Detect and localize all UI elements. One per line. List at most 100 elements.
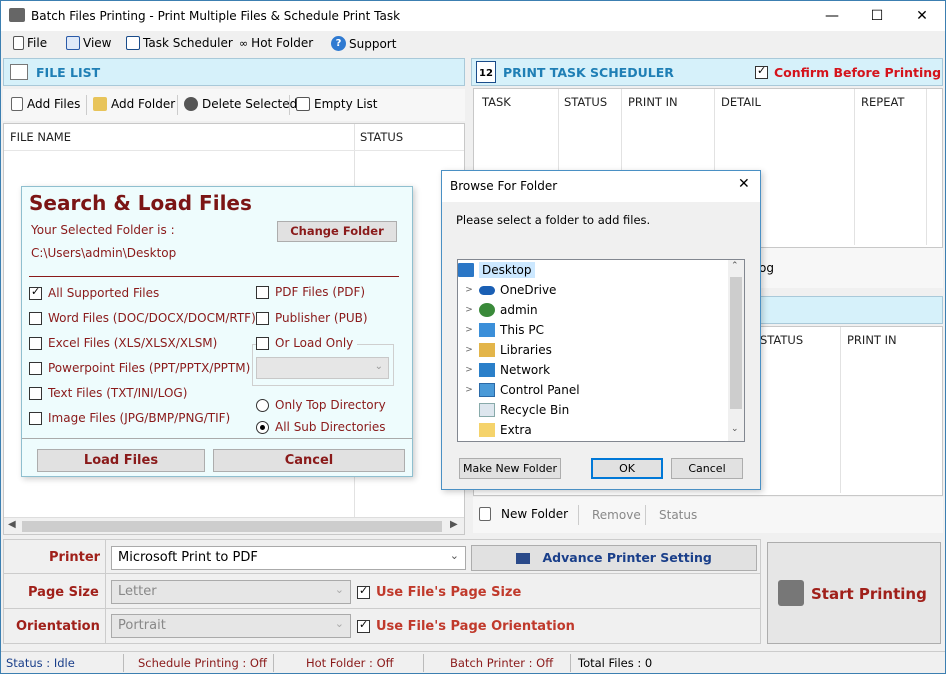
scroll-right-icon[interactable]: ▶	[450, 519, 458, 530]
empty-list-button[interactable]: Empty List	[296, 97, 378, 111]
menu-view[interactable]: View	[66, 36, 111, 50]
column-status[interactable]: STATUS	[760, 333, 803, 347]
checkbox-excel[interactable]	[29, 336, 42, 350]
remove-button[interactable]: Remove	[592, 508, 641, 522]
option-word[interactable]: Word Files (DOC/DOCX/DOCM/RTF)	[29, 311, 256, 325]
column-status[interactable]: STATUS	[564, 95, 607, 109]
chevron-right-icon[interactable]: >	[464, 365, 474, 375]
tree-item-admin[interactable]: > admin	[464, 300, 538, 320]
cancel-button[interactable]: Cancel	[671, 458, 743, 479]
cancel-button[interactable]: Cancel	[213, 449, 405, 472]
option-or-load-only[interactable]: Or Load Only	[256, 336, 358, 350]
main-window: Batch Files Printing - Print Multiple Fi…	[0, 0, 946, 674]
checkbox-or-load-only[interactable]	[256, 336, 269, 350]
column-print-in[interactable]: PRINT IN	[628, 95, 678, 109]
option-publisher[interactable]: Publisher (PUB)	[256, 311, 368, 325]
column-task[interactable]: TASK	[482, 95, 511, 109]
use-orientation-checkbox[interactable]: ✓	[357, 618, 370, 633]
tree-item-extra[interactable]: Extra	[464, 420, 532, 440]
new-folder-button[interactable]: New Folder	[479, 507, 568, 521]
checkbox-all-supported[interactable]: ✓	[29, 285, 42, 300]
option-image[interactable]: Image Files (JPG/BMP/PNG/TIF)	[29, 411, 230, 425]
row-divider	[4, 608, 760, 609]
file-icon	[13, 36, 24, 50]
tree-item-this-pc[interactable]: > This PC	[464, 320, 544, 340]
tree-item-recycle-bin[interactable]: Recycle Bin	[464, 400, 569, 420]
column-detail[interactable]: DETAIL	[721, 95, 761, 109]
add-files-button[interactable]: Add Files	[11, 97, 80, 111]
confirm-checkbox[interactable]: ✓	[755, 64, 768, 79]
make-new-folder-button[interactable]: Make New Folder	[459, 458, 561, 479]
tree-item-network[interactable]: > Network	[464, 360, 550, 380]
row-divider	[4, 573, 760, 574]
chevron-right-icon[interactable]: >	[464, 345, 474, 355]
column-print-in[interactable]: PRINT IN	[847, 333, 897, 347]
advance-printer-setting-button[interactable]: Advance Printer Setting	[471, 545, 757, 571]
tree-item-control-panel[interactable]: > Control Panel	[464, 380, 580, 400]
radio-only-top[interactable]	[256, 398, 269, 412]
scroll-thumb[interactable]	[22, 521, 442, 532]
menu-support[interactable]: ? Support	[331, 36, 396, 51]
column-divider	[840, 327, 841, 493]
option-only-top-directory[interactable]: Only Top Directory	[256, 398, 386, 412]
delete-selected-button[interactable]: Delete Selected	[184, 97, 297, 111]
checkbox-powerpoint[interactable]	[29, 361, 42, 375]
chevron-right-icon[interactable]: >	[464, 285, 474, 295]
load-files-button[interactable]: Load Files	[37, 449, 205, 472]
printer-select[interactable]: Microsoft Print to PDF ⌄	[111, 546, 466, 570]
checkbox-image[interactable]	[29, 411, 42, 425]
orientation-select[interactable]: Portrait ⌄	[111, 614, 351, 638]
advance-printer-label: Advance Printer Setting	[542, 550, 712, 565]
maximize-button[interactable]: ☐	[854, 1, 900, 31]
menu-task-scheduler[interactable]: Task Scheduler	[126, 36, 233, 50]
page-size-select[interactable]: Letter ⌄	[111, 580, 351, 604]
status-idle: Status : Idle	[6, 656, 75, 670]
tree-item-libraries[interactable]: > Libraries	[464, 340, 552, 360]
minimize-button[interactable]: —	[809, 1, 855, 31]
horizontal-scrollbar[interactable]: ◀ ▶	[4, 517, 464, 534]
option-powerpoint[interactable]: Powerpoint Files (PPT/PPTX/PPTM)	[29, 361, 250, 375]
load-only-dropdown[interactable]: ⌄	[256, 357, 389, 379]
add-folder-button[interactable]: Add Folder	[93, 97, 175, 111]
tree-item-desktop[interactable]: Desktop	[458, 260, 535, 280]
status-button[interactable]: Status	[659, 508, 697, 522]
radio-all-sub[interactable]	[256, 420, 269, 434]
use-orientation-option[interactable]: ✓ Use File's Page Orientation	[357, 618, 575, 634]
checkbox-pdf[interactable]	[256, 285, 269, 299]
menu-hot-folder[interactable]: ∞ Hot Folder	[239, 36, 313, 50]
change-folder-button[interactable]: Change Folder	[277, 221, 397, 242]
ok-button[interactable]: OK	[591, 458, 663, 479]
use-page-size-checkbox[interactable]: ✓	[357, 584, 370, 599]
checkbox-word[interactable]	[29, 311, 42, 325]
chevron-right-icon[interactable]: >	[464, 385, 474, 395]
option-all-supported[interactable]: ✓ All Supported Files	[29, 285, 159, 300]
menu-file[interactable]: File	[13, 36, 47, 50]
scroll-thumb[interactable]	[730, 277, 742, 409]
chevron-right-icon[interactable]: >	[464, 325, 474, 335]
column-repeat[interactable]: REPEAT	[861, 95, 904, 109]
scroll-up-icon[interactable]: ⌃	[731, 261, 739, 271]
scroll-left-icon[interactable]: ◀	[8, 519, 16, 530]
checkbox-publisher[interactable]	[256, 311, 269, 325]
option-all-sub-directories[interactable]: All Sub Directories	[256, 420, 386, 434]
use-page-size-option[interactable]: ✓ Use File's Page Size	[357, 584, 521, 600]
option-label: PDF Files (PDF)	[275, 285, 366, 299]
option-excel[interactable]: Excel Files (XLS/XLSX/XLSM)	[29, 336, 217, 350]
tree-scrollbar[interactable]: ⌃ ⌄	[728, 260, 744, 441]
confirm-before-printing[interactable]: ✓ Confirm Before Printing	[755, 64, 941, 80]
use-orientation-label: Use File's Page Orientation	[376, 619, 575, 634]
option-pdf[interactable]: PDF Files (PDF)	[256, 285, 365, 299]
close-button[interactable]: ✕	[899, 1, 945, 31]
folder-tree[interactable]: Desktop > OneDrive > admin > This PC > L…	[457, 259, 745, 442]
column-file-name[interactable]: FILE NAME	[10, 130, 71, 144]
column-status[interactable]: STATUS	[360, 130, 403, 144]
scheduler-button-fragment[interactable]: og	[759, 261, 774, 275]
chevron-right-icon[interactable]: >	[464, 305, 474, 315]
checkbox-text[interactable]	[29, 386, 42, 400]
option-text[interactable]: Text Files (TXT/INI/LOG)	[29, 386, 187, 400]
status-hot-folder: Hot Folder : Off	[306, 656, 394, 670]
tree-item-onedrive[interactable]: > OneDrive	[464, 280, 556, 300]
start-printing-button[interactable]: Start Printing	[767, 542, 941, 644]
scroll-down-icon[interactable]: ⌄	[731, 424, 739, 434]
close-icon[interactable]: ✕	[738, 176, 750, 192]
